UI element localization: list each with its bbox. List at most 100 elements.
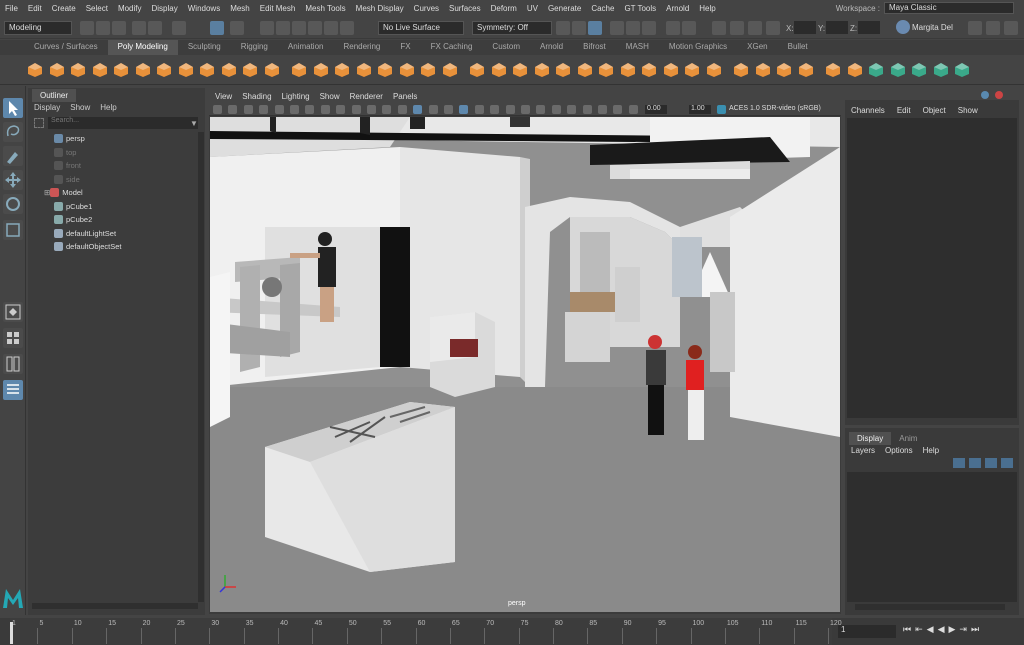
offset-edge-loop-icon[interactable] (662, 61, 680, 79)
gamma-field[interactable]: 1.00 (689, 105, 711, 114)
menu-file[interactable]: File (0, 4, 23, 13)
attribute-editor-icon[interactable] (730, 21, 744, 35)
viewport-menu-show[interactable]: Show (320, 92, 340, 101)
layer-scrollbar[interactable] (855, 604, 1005, 610)
xray-icon[interactable] (582, 105, 592, 114)
automatic-map-icon[interactable] (846, 61, 864, 79)
layer-tab-display[interactable]: Display (849, 432, 892, 445)
layer-menu-help[interactable]: Help (923, 446, 939, 455)
shelf-tab-fx[interactable]: FX (390, 40, 420, 55)
scale-tool-icon[interactable] (3, 220, 23, 240)
disc-icon[interactable] (155, 61, 173, 79)
render-settings-icon[interactable] (610, 21, 624, 35)
shelf-tab-animation[interactable]: Animation (278, 40, 334, 55)
outliner-h-scrollbar[interactable] (32, 603, 198, 609)
channel-menu-object[interactable]: Object (923, 106, 946, 115)
exposure-field[interactable]: 0.00 (645, 105, 667, 114)
extrude-icon[interactable] (554, 61, 572, 79)
outliner-item-pcube1[interactable]: pCube1 (54, 200, 92, 213)
shadows-icon[interactable] (490, 105, 500, 114)
color-space-label[interactable]: ACES 1.0 SDR-video (sRGB) (729, 105, 821, 112)
play-forward-icon[interactable]: ▶ (949, 624, 956, 635)
menu-select[interactable]: Select (81, 4, 113, 13)
plane-icon[interactable] (134, 61, 152, 79)
snap-curve-icon[interactable] (276, 21, 290, 35)
2d-pan-icon[interactable] (274, 105, 284, 114)
menu-generate[interactable]: Generate (543, 4, 586, 13)
boolean-icon[interactable] (419, 61, 437, 79)
settings-icon[interactable] (986, 21, 1000, 35)
layer-menu-options[interactable]: Options (885, 446, 913, 455)
sphere-icon[interactable] (26, 61, 44, 79)
outliner-scrollbar[interactable] (198, 132, 204, 602)
menu-windows[interactable]: Windows (183, 4, 225, 13)
motion-blur-icon[interactable] (521, 105, 530, 114)
outliner-search-input[interactable]: Search... (48, 117, 198, 129)
default-material-icon[interactable] (444, 105, 453, 114)
symmetry-dropdown[interactable]: Symmetry: Off (472, 21, 552, 35)
textured-icon[interactable] (459, 105, 469, 114)
transfer-icon[interactable] (889, 61, 907, 79)
viewport-menu-panels[interactable]: Panels (393, 92, 417, 101)
menu-arnold[interactable]: Arnold (661, 4, 694, 13)
single-view-layout-icon[interactable] (3, 302, 23, 322)
smooth-shade-icon[interactable] (428, 105, 438, 114)
ambient-occlusion-icon[interactable] (505, 105, 515, 114)
move-layer-up-icon[interactable] (953, 458, 965, 468)
smooth-icon[interactable] (398, 61, 416, 79)
outliner-menu-display[interactable]: Display (34, 103, 60, 112)
outliner-menu-help[interactable]: Help (100, 103, 116, 112)
gate-mask-icon[interactable] (351, 105, 361, 114)
menu-mesh[interactable]: Mesh (225, 4, 255, 13)
fill-hole-icon[interactable] (533, 61, 551, 79)
image-plane-icon[interactable] (259, 105, 269, 114)
render-frame-icon[interactable] (572, 21, 586, 35)
cylinder-icon[interactable] (69, 61, 87, 79)
shelf-tab-xgen[interactable]: XGen (737, 40, 777, 55)
viewport-menu-lighting[interactable]: Lighting (282, 92, 310, 101)
outliner-tab[interactable]: Outliner (32, 89, 77, 102)
viewport-menu-renderer[interactable]: Renderer (350, 92, 383, 101)
layer-tab-anim[interactable]: Anim (891, 432, 926, 445)
cylindrical-map-icon[interactable] (797, 61, 815, 79)
grid-icon[interactable] (305, 105, 315, 114)
chevron-down-icon[interactable]: ▼ (190, 119, 198, 128)
menu-deform[interactable]: Deform (486, 4, 522, 13)
snap-live-icon[interactable] (324, 21, 338, 35)
connect-icon[interactable] (619, 61, 637, 79)
step-back-icon[interactable]: ◀ (927, 624, 934, 635)
3d-scene-view[interactable]: persp (210, 117, 840, 612)
combine-icon[interactable] (355, 61, 373, 79)
filter-icon[interactable] (34, 118, 44, 128)
menu-create[interactable]: Create (47, 4, 81, 13)
layer-menu-layers[interactable]: Layers (851, 446, 875, 455)
insert-edge-loop-icon[interactable] (640, 61, 658, 79)
channel-menu-channels[interactable]: Channels (851, 106, 885, 115)
select-tool-icon[interactable] (3, 98, 23, 118)
use-lights-icon[interactable] (474, 105, 484, 114)
platonic-icon[interactable] (177, 61, 195, 79)
color-management-icon[interactable] (717, 105, 726, 114)
go-to-end-icon[interactable]: ⏭ (971, 624, 979, 635)
svg-icon[interactable] (263, 61, 281, 79)
mode-dropdown[interactable]: Modeling (4, 21, 72, 35)
snap-grid-icon[interactable] (260, 21, 274, 35)
render-setup-icon[interactable] (642, 21, 656, 35)
workspace-selector[interactable]: Workspace : Maya Classic (836, 2, 1014, 14)
reduce-icon[interactable] (468, 61, 486, 79)
safe-title-icon[interactable] (397, 105, 407, 114)
channel-menu-show[interactable]: Show (958, 106, 978, 115)
outliner-layout-icon[interactable] (3, 380, 23, 400)
move-tool-icon[interactable] (3, 170, 23, 190)
shelf-tab-fx-caching[interactable]: FX Caching (421, 40, 483, 55)
menu-surfaces[interactable]: Surfaces (444, 4, 486, 13)
outliner-item-side[interactable]: side (54, 173, 80, 186)
shelf-tab-arnold[interactable]: Arnold (530, 40, 573, 55)
bridge-icon[interactable] (333, 61, 351, 79)
film-gate-icon[interactable] (320, 105, 330, 114)
cone-icon[interactable] (91, 61, 109, 79)
xray-joints-icon[interactable] (598, 105, 607, 114)
menu-mesh-display[interactable]: Mesh Display (351, 4, 409, 13)
field-chart-icon[interactable] (367, 105, 376, 114)
time-slider[interactable]: 1 5 10 15 20 25 30 35 40 45 50 55 60 65 70 75 80 85 90 95 10… (0, 618, 1024, 645)
